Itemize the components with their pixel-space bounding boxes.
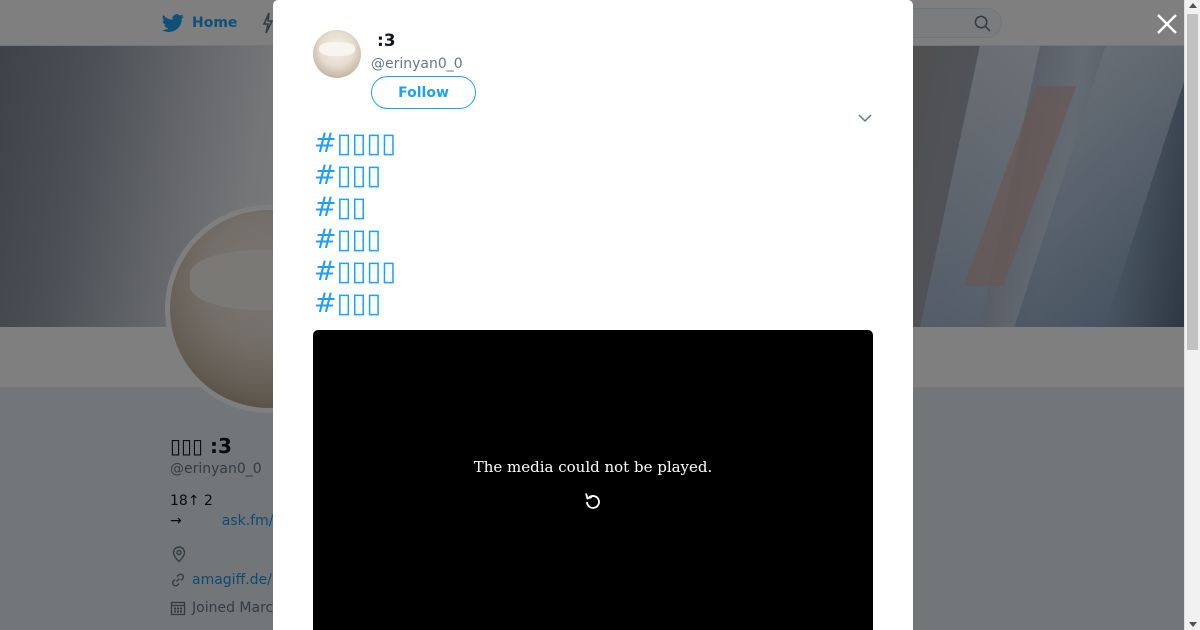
reload-icon[interactable] [581,490,605,514]
tweet-author-handle[interactable]: @erinyan0_0 [371,56,463,72]
scroll-down-arrow[interactable] [1189,622,1197,627]
hashtag-link[interactable]: #▯▯▯ [314,224,396,256]
hashtag-link[interactable]: #▯▯▯ [314,288,396,320]
media-error-message: The media could not be played. [473,458,713,476]
tweet-modal: :3 @erinyan0_0 Follow #▯▯▯▯ #▯▯▯ #▯▯ #▯▯… [273,0,913,630]
tweet-text: #▯▯▯▯ #▯▯▯ #▯▯ #▯▯▯ #▯▯▯▯ #▯▯▯ [314,128,396,320]
follow-button[interactable]: Follow [371,76,476,109]
hashtag-link[interactable]: #▯▯▯▯ [314,256,396,288]
tweet-author-name[interactable]: :3 [377,31,396,51]
scrollbar[interactable] [1184,0,1200,630]
close-icon[interactable] [1153,10,1181,38]
hashtag-link[interactable]: #▯▯ [314,192,396,224]
chevron-down-icon[interactable] [857,110,873,126]
hashtag-link[interactable]: #▯▯▯ [314,160,396,192]
hashtag-link[interactable]: #▯▯▯▯ [314,128,396,160]
scroll-up-arrow[interactable] [1189,3,1197,8]
media-player[interactable]: The media could not be played. [313,330,873,630]
tweet-author-avatar[interactable] [313,30,361,78]
scroll-thumb[interactable] [1187,14,1198,350]
